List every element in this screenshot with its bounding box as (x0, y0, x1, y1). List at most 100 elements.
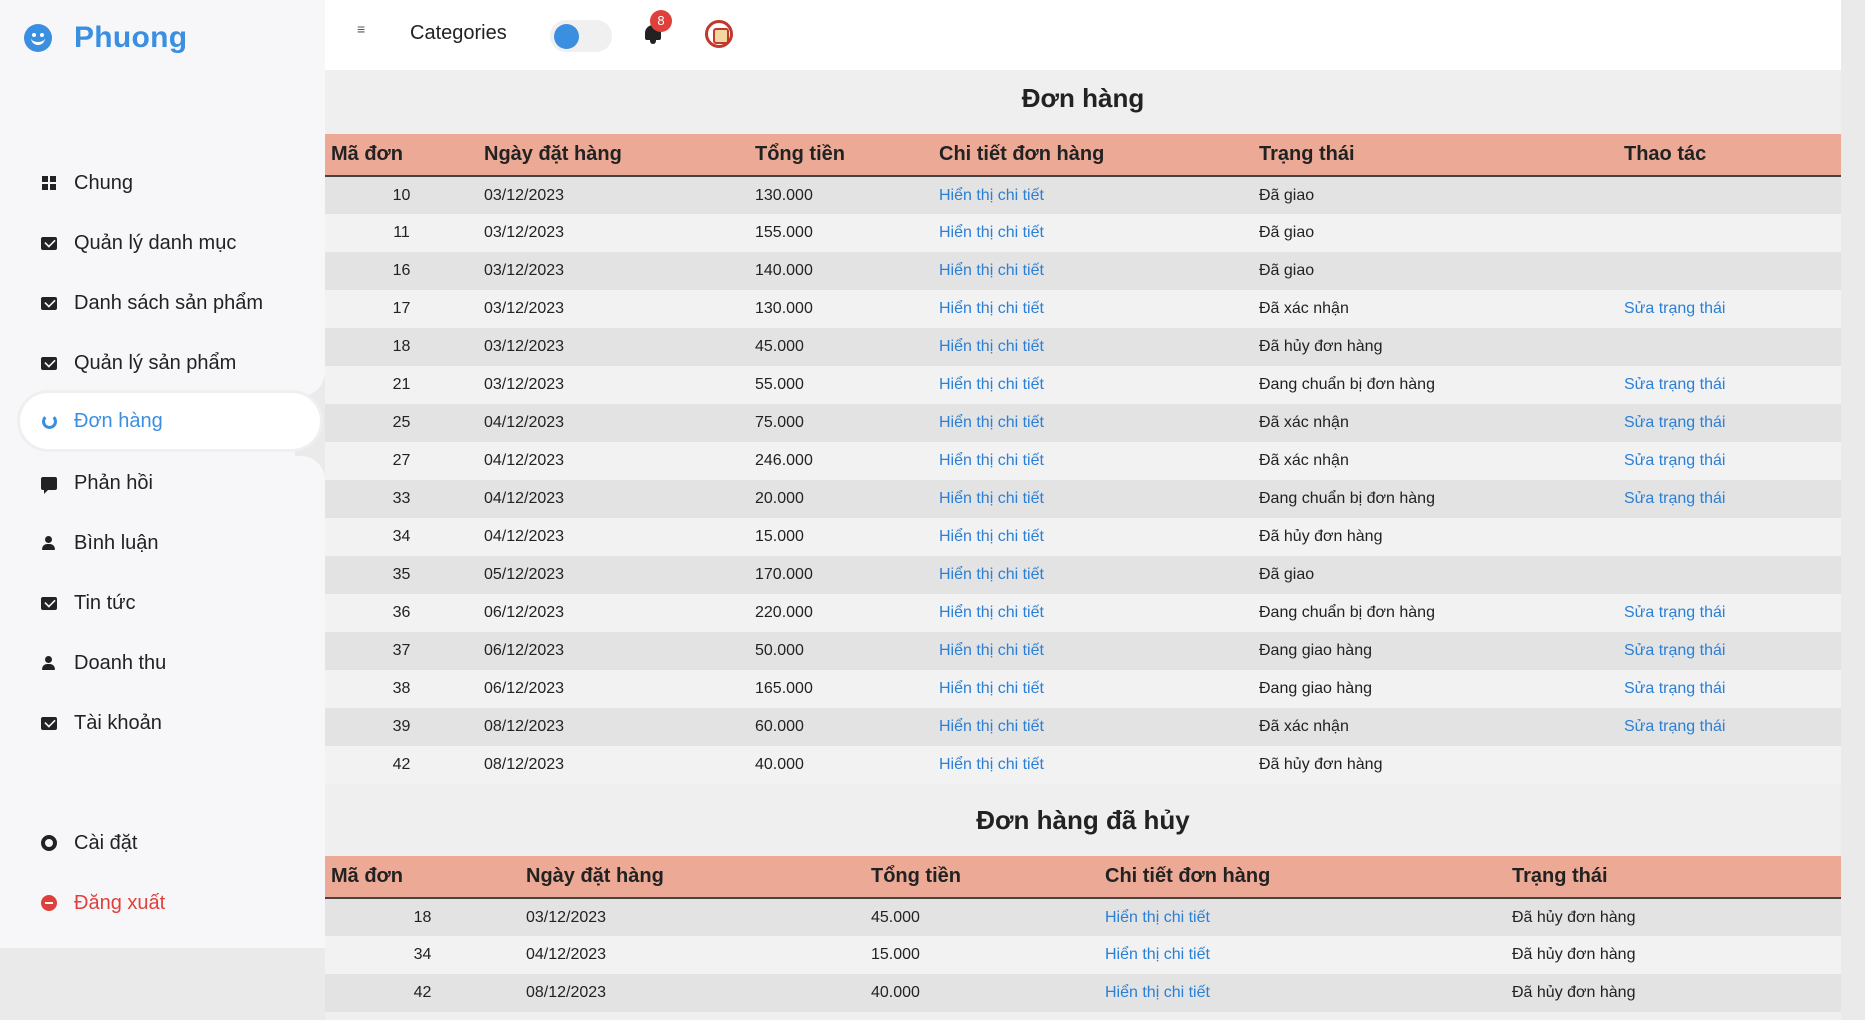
order-id-cell: 34 (325, 518, 478, 556)
order-total: 15.000 (871, 946, 920, 963)
edit-status-link[interactable]: Sửa trạng thái (1624, 452, 1725, 469)
brand-name: Phuong (74, 21, 188, 54)
spinner-icon (41, 413, 57, 429)
order-id: 38 (392, 680, 411, 697)
show-detail-link[interactable]: Hiển thị chi tiết (939, 756, 1044, 773)
order-date-cell: 04/12/2023 (478, 480, 749, 518)
theme-toggle[interactable] (550, 20, 612, 52)
show-detail-link[interactable]: Hiển thị chi tiết (939, 566, 1044, 583)
edit-status-link-cell: Sửa trạng thái (1618, 404, 1841, 442)
show-detail-link[interactable]: Hiển thị chi tiết (939, 338, 1044, 355)
show-detail-link[interactable]: Hiển thị chi tiết (1105, 984, 1210, 1001)
sidebar-item-1[interactable]: Quản lý danh mục (0, 216, 325, 270)
show-detail-link[interactable]: Hiển thị chi tiết (939, 604, 1044, 621)
show-detail-link[interactable]: Hiển thị chi tiết (939, 642, 1044, 659)
sidebar-item-logout[interactable]: Đăng xuất (0, 876, 325, 930)
show-detail-link[interactable]: Hiển thị chi tiết (939, 452, 1044, 469)
show-detail-link[interactable]: Hiển thị chi tiết (939, 300, 1044, 317)
column-header: Ngày đặt hàng (478, 134, 749, 177)
sidebar-item-0[interactable]: Chung (0, 156, 325, 210)
edit-status-link[interactable]: Sửa trạng thái (1624, 680, 1725, 697)
order-id-cell: 21 (325, 366, 478, 404)
order-date: 08/12/2023 (526, 984, 607, 1001)
show-detail-link[interactable]: Hiển thị chi tiết (939, 528, 1044, 545)
sidebar-item-label: Cài đặt (74, 831, 138, 854)
edit-status-link[interactable]: Sửa trạng thái (1624, 490, 1725, 507)
order-id-cell: 25 (325, 404, 478, 442)
table-row: 10 03/12/2023 130.000 Hiển thị chi tiết Đã g… (325, 176, 1841, 214)
show-detail-link[interactable]: Hiển thị chi tiết (939, 224, 1044, 241)
order-total: 170.000 (755, 566, 813, 583)
sidebar-item-9[interactable]: Tài khoản (0, 696, 325, 750)
order-status: Đã hủy đơn hàng (1512, 908, 1636, 926)
show-detail-link[interactable]: Hiển thị chi tiết (939, 490, 1044, 507)
order-total: 50.000 (755, 642, 804, 659)
orders-table: Mã đơn Ngày đặt hàng Tổng tiền Chi tiết đơn… (325, 134, 1841, 784)
order-date: 06/12/2023 (484, 680, 565, 697)
sidebar-item-7[interactable]: Tin tức (0, 576, 325, 630)
order-id-cell: 35 (325, 556, 478, 594)
sidebar-item-settings[interactable]: Cài đặt (0, 816, 325, 870)
orders-header-row: Mã đơn Ngày đặt hàng Tổng tiền Chi tiết đơn… (325, 134, 1841, 177)
hamburger-menu-icon[interactable]: ≡ (357, 22, 369, 36)
order-total-cell: 220.000 (749, 594, 933, 632)
edit-status-link[interactable]: Sửa trạng thái (1624, 718, 1725, 735)
order-id: 10 (392, 186, 411, 204)
order-status: Đang chuẩn bị đơn hàng (1259, 376, 1435, 393)
edit-status-link-cell: Sửa trạng thái (1618, 594, 1841, 632)
table-row: 27 04/12/2023 246.000 Hiển thị chi tiết Đã x… (325, 442, 1841, 480)
order-total: 40.000 (755, 756, 804, 773)
column-header: Chi tiết đơn hàng (1099, 856, 1506, 899)
order-date-cell: 05/12/2023 (478, 556, 749, 594)
order-status: Đã hủy đơn hàng (1259, 528, 1383, 545)
order-date-cell: 08/12/2023 (478, 746, 749, 784)
column-header: Trạng thái (1506, 856, 1841, 899)
brand[interactable]: Phuong (24, 18, 187, 58)
edit-status-link[interactable]: Sửa trạng thái (1624, 414, 1725, 431)
show-detail-link[interactable]: Hiển thị chi tiết (939, 187, 1044, 204)
sidebar-item-6[interactable]: Bình luận (0, 516, 325, 570)
avatar[interactable] (705, 20, 733, 48)
order-status-cell: Đã hủy đơn hàng (1253, 746, 1618, 784)
show-detail-link-cell: Hiển thị chi tiết (933, 214, 1253, 252)
cancelled-header-row: Mã đơn Ngày đặt hàng Tổng tiền Chi tiết đơn… (325, 856, 1841, 899)
show-detail-link[interactable]: Hiển thị chi tiết (939, 414, 1044, 431)
order-date-cell: 08/12/2023 (520, 974, 865, 1012)
order-id-cell: 34 (325, 936, 520, 974)
column-header: Chi tiết đơn hàng (933, 134, 1253, 177)
order-total: 165.000 (755, 680, 813, 697)
edit-status-link[interactable]: Sửa trạng thái (1624, 300, 1725, 317)
order-date: 03/12/2023 (484, 376, 565, 393)
sidebar-item-3[interactable]: Quản lý sản phẩm (0, 336, 325, 390)
sidebar-item-icon-wrap (40, 412, 58, 430)
show-detail-link-cell: Hiển thị chi tiết (933, 556, 1253, 594)
order-status: Đã hủy đơn hàng (1512, 984, 1636, 1001)
order-status-cell: Đã hủy đơn hàng (1506, 898, 1841, 936)
sidebar-item-label: Tài khoản (74, 711, 162, 734)
order-date-cell: 06/12/2023 (478, 670, 749, 708)
edit-status-link[interactable]: Sửa trạng thái (1624, 604, 1725, 621)
show-detail-link[interactable]: Hiển thị chi tiết (939, 680, 1044, 697)
edit-status-link[interactable]: Sửa trạng thái (1624, 376, 1725, 393)
sidebar-item-5[interactable]: Phản hồi (0, 456, 325, 510)
order-id-cell: 11 (325, 214, 478, 252)
sidebar-item-4[interactable]: Đơn hàng (20, 393, 320, 449)
show-detail-link[interactable]: Hiển thị chi tiết (1105, 909, 1210, 926)
order-total: 155.000 (755, 224, 813, 241)
sidebar-item-8[interactable]: Doanh thu (0, 636, 325, 690)
edit-status-link[interactable]: Sửa trạng thái (1624, 642, 1725, 659)
order-status: Đã giao (1259, 186, 1315, 204)
sidebar-item-icon-wrap (40, 534, 58, 552)
order-id-cell: 16 (325, 252, 478, 290)
show-detail-link[interactable]: Hiển thị chi tiết (939, 376, 1044, 393)
table-row: 34 04/12/2023 15.000 Hiển thị chi tiết Đã hủ… (325, 936, 1841, 974)
order-status-cell: Đã hủy đơn hàng (1506, 974, 1841, 1012)
order-status: Đã giao (1259, 262, 1315, 279)
order-id: 25 (392, 414, 411, 431)
categories-link[interactable]: Categories (410, 22, 507, 45)
sidebar-item-label: Danh sách sản phẩm (74, 291, 264, 314)
sidebar-item-2[interactable]: Danh sách sản phẩm (0, 276, 325, 330)
show-detail-link[interactable]: Hiển thị chi tiết (939, 718, 1044, 735)
show-detail-link[interactable]: Hiển thị chi tiết (939, 262, 1044, 279)
show-detail-link[interactable]: Hiển thị chi tiết (1105, 946, 1210, 963)
